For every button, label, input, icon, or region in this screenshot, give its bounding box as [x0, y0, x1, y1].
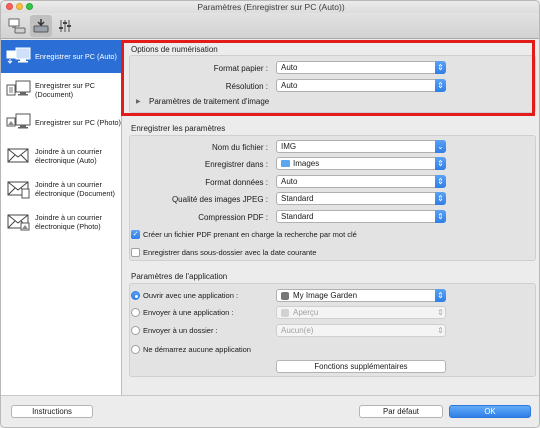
attach-email-icon [4, 141, 34, 171]
file-name-label: Nom du fichier : [211, 143, 268, 152]
default-button[interactable]: Par défaut [359, 405, 443, 418]
folder-icon [281, 160, 290, 167]
open-with-app-radio[interactable] [131, 291, 140, 300]
chevron-updown-icon: ⇕ [435, 157, 446, 170]
data-format-select[interactable]: Auto ⇕ [276, 175, 446, 188]
chevron-updown-icon: ⇕ [435, 79, 446, 92]
paper-size-value: Auto [281, 63, 298, 72]
save-in-select[interactable]: Images ⇕ [276, 157, 446, 170]
chevron-down-icon: ⌄ [435, 140, 446, 153]
attach-email-document-icon [4, 174, 34, 204]
file-name-combo[interactable]: IMG ⌄ [276, 140, 446, 153]
jpeg-quality-select[interactable]: Standard ⇕ [276, 192, 446, 205]
scan-options-title: Options de numérisation [131, 45, 218, 54]
preview-app-icon [281, 308, 289, 317]
ok-button[interactable]: OK [449, 405, 531, 418]
attach-email-photo-icon [4, 207, 34, 237]
chevron-updown-icon: ⇕ [437, 308, 444, 317]
chevron-updown-icon: ⇕ [435, 210, 446, 223]
chevron-updown-icon: ⇕ [435, 61, 446, 74]
save-in-value: Images [293, 159, 320, 168]
resolution-label: Résolution : [225, 82, 268, 91]
sidebar-item-save-pc-photo[interactable]: Enregistrer sur PC (Photo) [1, 106, 122, 139]
pdf-compression-label: Compression PDF : [198, 213, 268, 222]
image-processing-settings[interactable]: Paramètres de traitement d'image [149, 97, 269, 106]
settings-window: Paramètres (Enregistrer sur PC (Auto)) E… [0, 0, 540, 428]
pdf-compression-select[interactable]: Standard ⇕ [276, 210, 446, 223]
general-settings-icon [59, 20, 71, 32]
pdf-compression-value: Standard [281, 212, 314, 221]
send-to-app-select[interactable]: Aperçu ⇕ [276, 306, 446, 319]
chevron-updown-icon: ⇕ [435, 192, 446, 205]
save-settings-title: Enregistrer les paramètres [131, 124, 226, 133]
disclosure-triangle-icon[interactable]: ▶ [136, 98, 141, 105]
save-to-pc-document-icon [4, 75, 34, 105]
settings-content: Options de numérisation Format papier : … [122, 40, 539, 395]
no-app-radio[interactable] [131, 345, 140, 354]
chevron-updown-icon: ⇕ [435, 289, 446, 302]
jpeg-quality-value: Standard [281, 194, 314, 203]
keyword-pdf-checkbox[interactable]: ✓ [131, 230, 140, 239]
save-in-label: Enregistrer dans : [204, 160, 268, 169]
send-to-folder-radio[interactable] [131, 326, 140, 335]
jpeg-quality-label: Qualité des images JPEG : [171, 195, 268, 204]
tab-scan-from-computer[interactable] [6, 15, 28, 37]
paper-size-label: Format papier : [213, 64, 268, 73]
send-to-folder-value: Aucun(e) [281, 326, 314, 335]
open-with-app-select[interactable]: My Image Garden ⇕ [276, 289, 446, 302]
app-settings-title: Paramètres de l'application [131, 272, 228, 281]
tab-scan-from-operation-panel[interactable] [30, 15, 52, 37]
paper-size-select[interactable]: Auto ⇕ [276, 61, 446, 74]
resolution-value: Auto [281, 81, 298, 90]
footer: Instructions Par défaut OK [1, 395, 539, 427]
resolution-select[interactable]: Auto ⇕ [276, 79, 446, 92]
title-bar: Paramètres (Enregistrer sur PC (Auto)) [1, 1, 539, 13]
open-with-app-value: My Image Garden [293, 291, 358, 300]
sidebar-item-label: Enregistrer sur PC (Photo) [35, 118, 121, 127]
send-to-folder-select[interactable]: Aucun(e) ⇕ [276, 324, 446, 337]
instructions-button[interactable]: Instructions [11, 405, 93, 418]
subfolder-date-checkbox[interactable] [131, 248, 140, 257]
more-functions-button[interactable]: Fonctions supplémentaires [276, 360, 446, 373]
send-to-folder-label: Envoyer à un dossier : [143, 326, 218, 335]
window-title: Paramètres (Enregistrer sur PC (Auto)) [197, 2, 345, 12]
tab-general-settings[interactable] [54, 15, 76, 37]
chevron-updown-icon: ⇕ [437, 326, 444, 335]
send-to-app-label: Envoyer à une application : [143, 308, 234, 317]
file-name-value: IMG [281, 142, 297, 151]
scan-from-computer-icon [8, 18, 26, 34]
save-to-pc-icon [4, 42, 34, 72]
no-app-label: Ne démarrez aucune application [143, 345, 251, 354]
save-to-pc-photo-icon [4, 108, 34, 138]
chevron-updown-icon: ⇕ [435, 175, 446, 188]
subfolder-date-label: Enregistrer dans sous-dossier avec la da… [143, 248, 317, 257]
toolbar [1, 13, 539, 39]
scan-from-operation-panel-icon [33, 19, 49, 33]
send-to-app-value: Aperçu [293, 308, 319, 317]
data-format-label: Format données : [205, 178, 268, 187]
send-to-app-radio[interactable] [131, 308, 140, 317]
app-icon [281, 291, 289, 300]
sidebar-item-label: Enregistrer sur PC (Auto) [35, 52, 117, 61]
data-format-value: Auto [281, 177, 298, 186]
open-with-app-label: Ouvrir avec une application : [143, 291, 239, 300]
keyword-pdf-label: Créer un fichier PDF prenant en charge l… [143, 230, 357, 239]
